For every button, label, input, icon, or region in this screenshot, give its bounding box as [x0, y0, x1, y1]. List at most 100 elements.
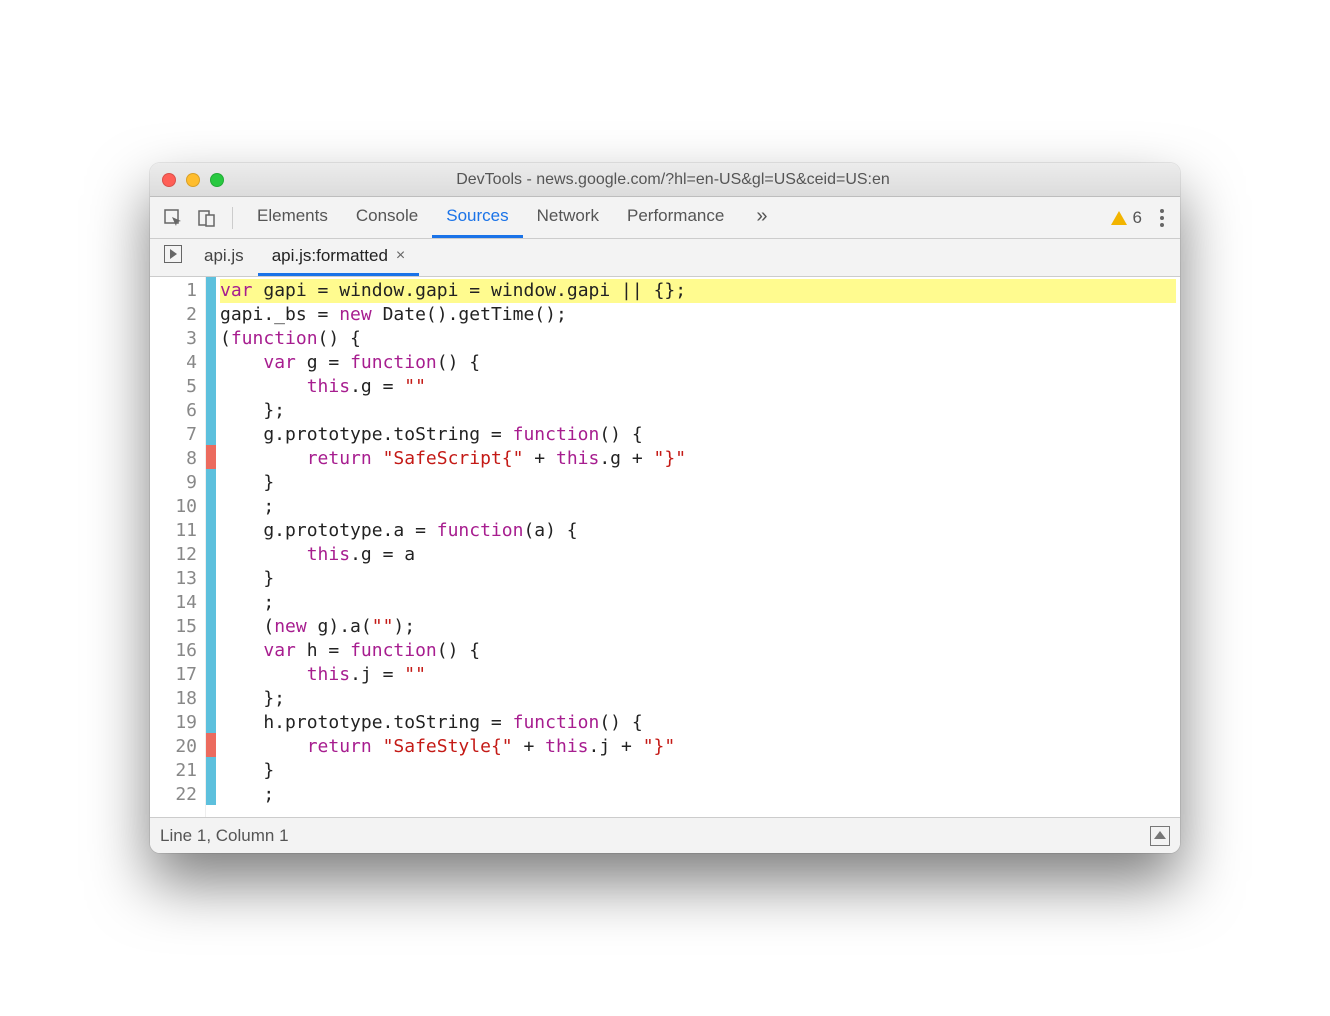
code-editor[interactable]: 12345678910111213141516171819202122 var … [150, 277, 1180, 817]
line-number: 11 [154, 519, 197, 543]
overflow-tabs-button[interactable]: » [742, 197, 781, 238]
code-line[interactable]: this.g = a [220, 543, 1176, 567]
file-tab-bar: api.js api.js:formatted × [150, 239, 1180, 277]
cursor-position: Line 1, Column 1 [160, 826, 289, 846]
line-number: 8 [154, 447, 197, 471]
file-tab[interactable]: api.js [190, 239, 258, 276]
warnings-indicator[interactable]: 6 [1105, 208, 1148, 228]
close-tab-icon[interactable]: × [396, 247, 405, 265]
coverage-marker [206, 301, 216, 325]
line-number-gutter: 12345678910111213141516171819202122 [150, 277, 206, 817]
line-number: 1 [154, 279, 197, 303]
minimize-window-button[interactable] [186, 173, 200, 187]
code-line[interactable]: h.prototype.toString = function() { [220, 711, 1176, 735]
line-number: 4 [154, 351, 197, 375]
tab-sources[interactable]: Sources [432, 197, 522, 238]
coverage-marker [206, 517, 216, 541]
code-line[interactable]: return "SafeStyle{" + this.j + "}" [220, 735, 1176, 759]
show-drawer-button[interactable] [1150, 826, 1170, 846]
line-number: 13 [154, 567, 197, 591]
code-line[interactable]: ; [220, 591, 1176, 615]
code-line[interactable]: } [220, 759, 1176, 783]
zoom-window-button[interactable] [210, 173, 224, 187]
code-content[interactable]: var gapi = window.gapi = window.gapi || … [216, 277, 1180, 817]
code-line[interactable]: var h = function() { [220, 639, 1176, 663]
coverage-marker [206, 709, 216, 733]
coverage-marker [206, 661, 216, 685]
window-controls [162, 173, 224, 187]
coverage-marker [206, 373, 216, 397]
code-line[interactable]: var g = function() { [220, 351, 1176, 375]
tab-console[interactable]: Console [342, 197, 432, 238]
coverage-marker [206, 565, 216, 589]
status-bar: Line 1, Column 1 [150, 817, 1180, 853]
window-title: DevTools - news.google.com/?hl=en-US&gl=… [232, 171, 1168, 189]
coverage-markers [206, 277, 216, 817]
close-window-button[interactable] [162, 173, 176, 187]
line-number: 20 [154, 735, 197, 759]
code-line[interactable]: ; [220, 783, 1176, 807]
line-number: 19 [154, 711, 197, 735]
tab-network[interactable]: Network [523, 197, 613, 238]
line-number: 21 [154, 759, 197, 783]
coverage-marker [206, 757, 216, 781]
coverage-marker [206, 349, 216, 373]
code-line[interactable]: return "SafeScript{" + this.g + "}" [220, 447, 1176, 471]
line-number: 7 [154, 423, 197, 447]
coverage-marker [206, 781, 216, 805]
inspect-element-icon[interactable] [158, 203, 188, 233]
code-line[interactable]: g.prototype.toString = function() { [220, 423, 1176, 447]
code-line[interactable]: }; [220, 399, 1176, 423]
warning-count: 6 [1133, 208, 1142, 228]
coverage-marker [206, 397, 216, 421]
coverage-marker [206, 421, 216, 445]
devtools-window: DevTools - news.google.com/?hl=en-US&gl=… [150, 163, 1180, 853]
line-number: 14 [154, 591, 197, 615]
line-number: 5 [154, 375, 197, 399]
tab-performance[interactable]: Performance [613, 197, 738, 238]
line-number: 15 [154, 615, 197, 639]
code-line[interactable]: gapi._bs = new Date().getTime(); [220, 303, 1176, 327]
line-number: 6 [154, 399, 197, 423]
coverage-marker [206, 541, 216, 565]
coverage-marker [206, 445, 216, 469]
line-number: 16 [154, 639, 197, 663]
line-number: 2 [154, 303, 197, 327]
line-number: 17 [154, 663, 197, 687]
warning-icon [1111, 211, 1127, 225]
toggle-navigator-icon[interactable] [156, 239, 190, 269]
divider [232, 207, 233, 229]
file-tab-label: api.js:formatted [272, 246, 388, 266]
line-number: 18 [154, 687, 197, 711]
titlebar: DevTools - news.google.com/?hl=en-US&gl=… [150, 163, 1180, 197]
coverage-marker [206, 733, 216, 757]
coverage-marker [206, 277, 216, 301]
main-tab-bar: ElementsConsoleSourcesNetworkPerformance… [150, 197, 1180, 239]
settings-menu-button[interactable] [1152, 203, 1172, 233]
code-line[interactable]: this.g = "" [220, 375, 1176, 399]
coverage-marker [206, 589, 216, 613]
code-line[interactable]: ; [220, 495, 1176, 519]
code-line[interactable]: } [220, 471, 1176, 495]
code-line[interactable]: (function() { [220, 327, 1176, 351]
coverage-marker [206, 493, 216, 517]
code-line[interactable]: var gapi = window.gapi = window.gapi || … [220, 279, 1176, 303]
coverage-marker [206, 637, 216, 661]
line-number: 9 [154, 471, 197, 495]
line-number: 12 [154, 543, 197, 567]
coverage-marker [206, 613, 216, 637]
line-number: 22 [154, 783, 197, 807]
code-line[interactable]: }; [220, 687, 1176, 711]
file-tab-label: api.js [204, 246, 244, 266]
code-line[interactable]: (new g).a(""); [220, 615, 1176, 639]
line-number: 3 [154, 327, 197, 351]
device-toolbar-icon[interactable] [192, 203, 222, 233]
code-line[interactable]: this.j = "" [220, 663, 1176, 687]
code-line[interactable]: } [220, 567, 1176, 591]
coverage-marker [206, 469, 216, 493]
coverage-marker [206, 325, 216, 349]
code-line[interactable]: g.prototype.a = function(a) { [220, 519, 1176, 543]
file-tab[interactable]: api.js:formatted × [258, 239, 420, 276]
coverage-marker [206, 685, 216, 709]
tab-elements[interactable]: Elements [243, 197, 342, 238]
